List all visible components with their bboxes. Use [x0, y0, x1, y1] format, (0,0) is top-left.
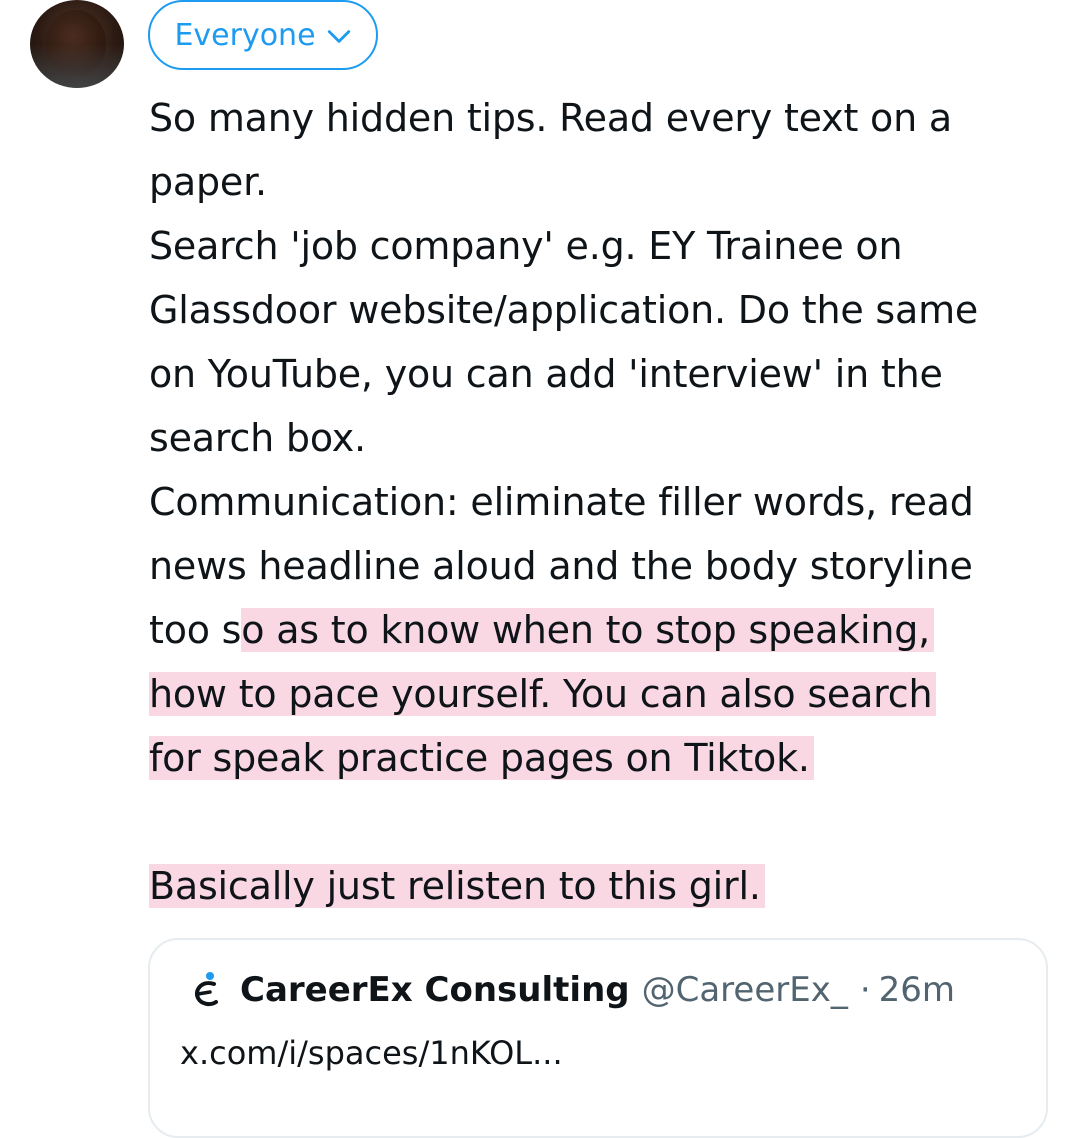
audience-selector-button[interactable]: Everyone — [148, 0, 378, 70]
tweet-line: for speak practice pages on Tiktok. — [149, 726, 1054, 790]
highlighted-text: o as to know when to stop speaking, — [241, 608, 935, 652]
quoted-tweet-card[interactable]: CareerEx Consulting @CareerEx_ · 26m x.c… — [148, 938, 1048, 1138]
tweet-line: how to pace yourself. You can also searc… — [149, 662, 1054, 726]
quoted-link-text[interactable]: x.com/i/spaces/1nKOL... — [180, 1034, 563, 1072]
quoted-author-handle[interactable]: @CareerEx_ — [642, 970, 848, 1010]
tweet-body[interactable]: So many hidden tips. Read every text on … — [149, 86, 1054, 918]
tweet-line: Glassdoor website/application. Do the sa… — [149, 288, 979, 332]
tweet-line: Basically just relisten to this girl. — [149, 854, 1054, 918]
chevron-down-icon — [327, 30, 350, 43]
separator-dot: · — [859, 970, 871, 1010]
tweet-line: Communication: eliminate filler words, r… — [149, 480, 974, 524]
tweet-line: Search 'job company' e.g. EY Trainee on — [149, 224, 903, 268]
highlighted-text: Basically just relisten to this girl. — [149, 864, 765, 908]
tweet-line: news headline aloud and the body storyli… — [149, 544, 973, 588]
careerex-logo-icon — [195, 972, 218, 1007]
tweet-text-plain: too s — [149, 608, 242, 652]
tweet-line: paper. — [149, 160, 267, 204]
tweet-line: too so as to know when to stop speaking, — [149, 598, 1054, 662]
highlighted-text: how to pace yourself. You can also searc… — [149, 672, 937, 716]
quoted-tweet-header: CareerEx Consulting @CareerEx_ · 26m — [188, 970, 955, 1010]
quoted-author-name[interactable]: CareerEx Consulting — [240, 970, 630, 1010]
avatar-shade — [30, 44, 124, 88]
tweet-line: search box. — [149, 416, 366, 460]
audience-label: Everyone — [174, 17, 316, 53]
quoted-timestamp[interactable]: 26m — [879, 970, 955, 1010]
tweet-line: on YouTube, you can add 'interview' in t… — [149, 352, 943, 396]
avatar[interactable] — [30, 0, 124, 88]
tweet-line: So many hidden tips. Read every text on … — [149, 96, 952, 140]
highlighted-text: for speak practice pages on Tiktok. — [149, 736, 814, 780]
